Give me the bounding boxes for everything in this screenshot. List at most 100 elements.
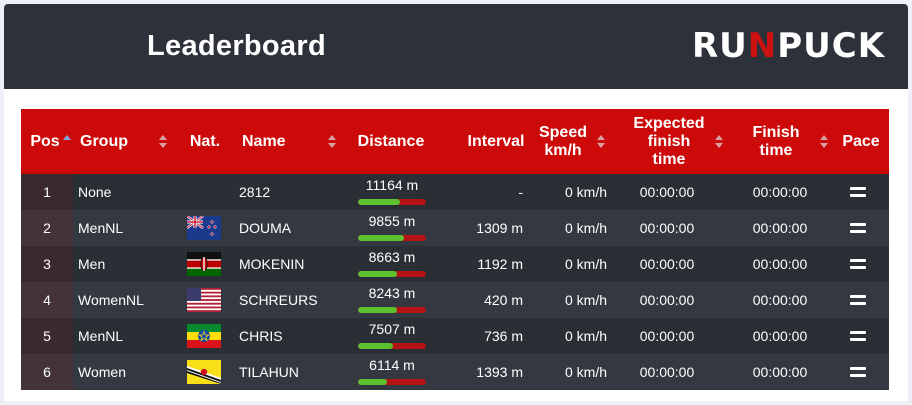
cell-group: MenNL	[78, 328, 124, 344]
logo-text-accent: N	[747, 26, 778, 66]
progress-fill	[358, 199, 401, 205]
distance-value: 11164 m	[365, 177, 419, 193]
cell-name: SCHREURS	[239, 292, 318, 308]
column-label-speed: Speed	[538, 123, 587, 141]
cell-group: WomenNL	[78, 292, 144, 308]
cell-finish-time: 00:00:00	[752, 184, 808, 200]
cell-interval: 1393 m	[476, 364, 523, 380]
table-row[interactable]: 4 WomenNL SCHREURS 8243 m 420 m 0 km/h 0…	[21, 282, 889, 318]
cell-name: DOUMA	[239, 220, 292, 236]
column-label-interval: Interval	[467, 132, 525, 150]
cell-group: MenNL	[78, 220, 124, 236]
cell-speed: 0 km/h	[564, 364, 607, 380]
column-header-nat[interactable]: Nat.	[185, 109, 225, 174]
column-label-group: Group	[80, 132, 128, 150]
column-label-expected-1: Expected	[633, 114, 705, 132]
app-frame: Leaderboard RU N PUCK Pos Group Nat. Name …	[4, 4, 908, 401]
sort-name-icon[interactable]	[328, 135, 336, 149]
distance-cell: 6114 m	[356, 357, 428, 387]
table-row[interactable]: 2 MenNL DOUMA 9855 m 1309 m 0 km/h 00:00…	[21, 210, 889, 246]
column-header-name[interactable]: Name	[242, 109, 322, 174]
cell-speed: 0 km/h	[564, 256, 607, 272]
cell-pos: 4	[21, 282, 73, 318]
column-label-name: Name	[242, 132, 286, 150]
distance-progress-bar	[358, 343, 426, 349]
distance-value: 8663 m	[368, 249, 416, 265]
column-header-distance[interactable]: Distance	[351, 109, 431, 174]
column-header-group[interactable]: Group	[80, 109, 150, 174]
cell-speed: 0 km/h	[564, 292, 607, 308]
distance-progress-bar	[358, 271, 426, 277]
cell-name: TILAHUN	[239, 364, 299, 380]
table-row[interactable]: 6 Women TILAHUN 6114 m 1393 m 0 km/h 00:…	[21, 354, 889, 390]
cell-speed: 0 km/h	[564, 220, 607, 236]
cell-pos: 3	[21, 246, 73, 282]
table-row[interactable]: 3 Men MOKENIN 8663 m 1192 m 0 km/h 00:00…	[21, 246, 889, 282]
column-label-expected-2: finish	[647, 132, 691, 150]
cell-pos: 1	[21, 174, 73, 210]
new-zealand-flag-icon	[187, 216, 221, 240]
column-header-speed[interactable]: Speed km/h	[533, 109, 593, 174]
cell-expected-finish: 00:00:00	[639, 256, 695, 272]
cell-speed: 0 km/h	[564, 328, 607, 344]
column-header-interval[interactable]: Interval	[461, 109, 531, 174]
brunei-flag-icon	[187, 360, 221, 384]
cell-speed: 0 km/h	[564, 184, 607, 200]
distance-cell: 8243 m	[356, 285, 428, 315]
column-label-finish-1: Finish	[752, 123, 800, 141]
cell-group: None	[78, 184, 112, 200]
column-label-speed-unit: km/h	[544, 141, 582, 159]
cell-pos: 6	[21, 354, 73, 390]
cell-expected-finish: 00:00:00	[639, 292, 695, 308]
column-header-pace: Pace	[837, 109, 885, 174]
distance-cell: 8663 m	[356, 249, 428, 279]
cell-pos: 2	[21, 210, 73, 246]
sort-speed-icon[interactable]	[597, 135, 605, 149]
table-header: Pos Group Nat. Name Distance Interval Sp…	[21, 109, 889, 174]
cell-finish-time: 00:00:00	[752, 292, 808, 308]
distance-progress-bar	[358, 235, 426, 241]
table-row[interactable]: 5 MenNL CHRIS 7507 m 736 m 0 km/h 00:00:…	[21, 318, 889, 354]
logo-text-part3: PUCK	[777, 26, 886, 66]
pace-menu-icon[interactable]	[850, 187, 866, 197]
distance-value: 7507 m	[368, 321, 416, 337]
distance-progress-bar	[358, 307, 426, 313]
kenya-flag-icon	[187, 252, 221, 276]
pace-menu-icon[interactable]	[850, 223, 866, 233]
cell-name: MOKENIN	[239, 256, 305, 272]
pace-menu-icon[interactable]	[850, 367, 866, 377]
pace-menu-icon[interactable]	[850, 259, 866, 269]
distance-progress-bar	[358, 379, 426, 385]
cell-finish-time: 00:00:00	[752, 364, 808, 380]
column-label-pos: Pos	[30, 132, 60, 150]
column-header-finish-time[interactable]: Finish time	[741, 109, 811, 174]
logo-text-part1: RU	[692, 26, 748, 66]
usa-flag-icon	[187, 288, 221, 312]
distance-value: 6114 m	[369, 357, 415, 373]
progress-fill	[358, 271, 398, 277]
distance-cell: 7507 m	[356, 321, 428, 351]
cell-expected-finish: 00:00:00	[639, 184, 695, 200]
cell-group: Men	[78, 256, 106, 272]
table-row[interactable]: 1 None 2812 11164 m - 0 km/h 00:00:00 00…	[21, 174, 889, 210]
column-header-pos[interactable]: Pos	[27, 109, 63, 174]
pace-menu-icon[interactable]	[850, 295, 866, 305]
cell-group: Women	[78, 364, 126, 380]
sort-expected-icon[interactable]	[715, 135, 723, 149]
sort-group-icon[interactable]	[159, 135, 167, 149]
column-label-distance: Distance	[357, 132, 425, 150]
column-label-expected-3: time	[652, 150, 686, 168]
sort-ascending-icon[interactable]	[63, 135, 71, 149]
page-title: Leaderboard	[147, 30, 326, 62]
progress-fill	[358, 307, 397, 313]
sort-finish-icon[interactable]	[820, 135, 828, 149]
column-header-expected-finish[interactable]: Expected finish time	[624, 109, 714, 174]
cell-pos: 5	[21, 318, 73, 354]
cell-interval: -	[518, 184, 523, 200]
distance-value: 8243 m	[368, 285, 416, 301]
cell-finish-time: 00:00:00	[752, 328, 808, 344]
leaderboard-panel: Pos Group Nat. Name Distance Interval Sp…	[4, 89, 908, 401]
progress-fill	[358, 235, 404, 241]
leaderboard-table: Pos Group Nat. Name Distance Interval Sp…	[21, 109, 889, 390]
pace-menu-icon[interactable]	[850, 331, 866, 341]
